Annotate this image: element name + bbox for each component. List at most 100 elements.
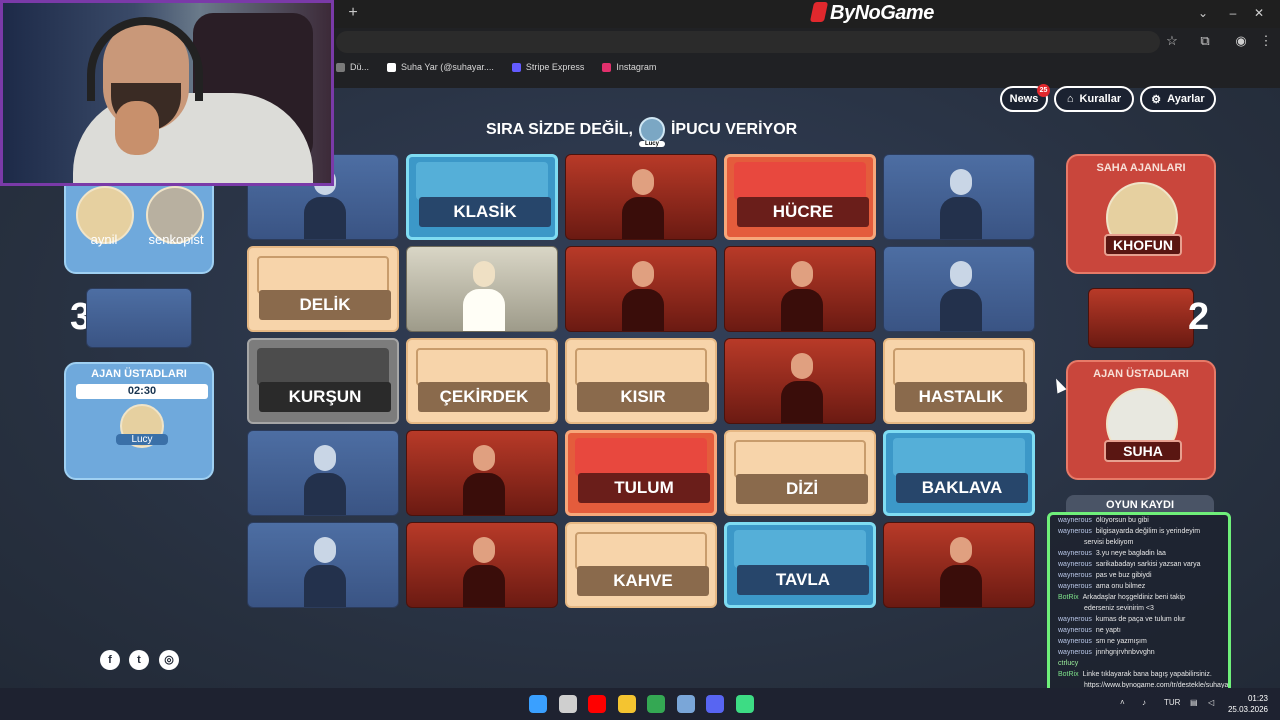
- chat-message: waynerous ölüyorsun bu gibi: [1058, 517, 1149, 524]
- card-word: KISIR: [577, 382, 709, 412]
- turn-status-prefix: SIRA SİZDE DEĞİL,: [486, 121, 633, 138]
- discord-icon[interactable]: [706, 695, 724, 713]
- extensions-icon[interactable]: ⧉: [1196, 33, 1214, 49]
- chat-username[interactable]: BotRix: [1058, 671, 1079, 678]
- word-card[interactable]: DİZİ: [724, 430, 876, 516]
- site-logo[interactable]: ByNoGame: [809, 2, 934, 26]
- agent-head: [473, 261, 495, 287]
- chat-username[interactable]: ctrlucy: [1058, 660, 1078, 667]
- agent-head: [632, 261, 654, 287]
- address-bar[interactable]: [336, 31, 1160, 53]
- word-card[interactable]: TULUM: [565, 430, 717, 516]
- language-indicator[interactable]: TUR: [1164, 698, 1180, 707]
- bookmark-item[interactable]: Suha Yar (@suhayar....: [387, 62, 494, 72]
- facebook-icon[interactable]: f: [100, 650, 120, 670]
- folder-icon[interactable]: [617, 695, 636, 713]
- agent-body: [304, 565, 346, 607]
- word-card[interactable]: HÜCRE: [724, 154, 876, 240]
- new-tab-button[interactable]: +: [344, 4, 362, 22]
- chat-username[interactable]: waynerous: [1058, 616, 1092, 623]
- agent-body: [622, 289, 664, 331]
- chat-username[interactable]: BotRix: [1058, 594, 1079, 601]
- chat-username[interactable]: waynerous: [1058, 627, 1092, 634]
- chat-username[interactable]: waynerous: [1058, 561, 1092, 568]
- operative-name: aynil: [90, 232, 118, 247]
- agent-head: [473, 445, 495, 471]
- word-card[interactable]: ÇEKİRDEK: [406, 338, 558, 424]
- agent-body: [463, 473, 505, 515]
- tab-dropdown-icon[interactable]: ⌄: [1193, 6, 1213, 20]
- clue-giver-name: Lucy: [638, 141, 665, 147]
- bookmark-item[interactable]: Instagram: [602, 62, 656, 72]
- chrome-icon[interactable]: [647, 695, 665, 713]
- chat-message: waynerous ama onu bilmez: [1058, 583, 1145, 590]
- speedometer-icon[interactable]: [558, 695, 577, 713]
- card-image-area: [257, 256, 389, 294]
- agent-body: [940, 289, 982, 331]
- tray-chevron-icon[interactable]: ˄: [1120, 698, 1125, 707]
- browser-menu-icon[interactable]: ⋮: [1257, 33, 1275, 49]
- chat-username[interactable]: waynerous: [1058, 528, 1092, 535]
- word-card[interactable]: KURŞUN: [247, 338, 399, 424]
- chat-username[interactable]: waynerous: [1058, 550, 1092, 557]
- clock-date: 25.03.2026: [1227, 705, 1268, 714]
- bookmark-item[interactable]: Dü...: [336, 62, 369, 72]
- chat-app-icon[interactable]: [735, 695, 754, 713]
- instagram-icon[interactable]: ◎: [159, 650, 179, 670]
- chat-message: waynerous ne yaptı: [1058, 627, 1121, 634]
- windows-start-icon[interactable]: [529, 695, 547, 713]
- chat-text: bilgisayarda değilim is yerindeyim: [1095, 528, 1201, 535]
- webcam-hand: [115, 101, 159, 155]
- revealed-agent-card: [724, 246, 876, 332]
- twitter-icon[interactable]: t: [129, 650, 149, 670]
- agent-portrait: [304, 537, 346, 607]
- agent-portrait: [940, 261, 982, 331]
- bookmark-star-icon[interactable]: ☆: [1163, 33, 1181, 49]
- chat-text: sm ne yazmışım: [1095, 638, 1147, 645]
- chat-username[interactable]: waynerous: [1058, 572, 1092, 579]
- word-card[interactable]: KAHVE: [565, 522, 717, 608]
- youtube-icon[interactable]: [588, 695, 606, 713]
- chat-username[interactable]: waynerous: [1058, 517, 1092, 524]
- settings-button[interactable]: ⚙ Ayarlar: [1140, 86, 1216, 112]
- news-button[interactable]: News 25: [1000, 84, 1050, 112]
- card-image-area: [734, 162, 866, 200]
- revealed-agent-card: [724, 338, 876, 424]
- chat-username[interactable]: waynerous: [1058, 638, 1092, 645]
- microphone-icon[interactable]: ♪: [1142, 698, 1146, 707]
- chat-username[interactable]: waynerous: [1058, 583, 1092, 590]
- settings-app-icon[interactable]: [676, 695, 695, 713]
- word-card[interactable]: BAKLAVA: [883, 430, 1035, 516]
- bookmark-label: Stripe Express: [525, 62, 585, 72]
- profile-icon[interactable]: ◉: [1232, 33, 1250, 49]
- agent-body: [781, 381, 823, 423]
- revealed-agent-card: [883, 246, 1035, 332]
- bookmark-generic-icon: [336, 62, 345, 72]
- chat-username[interactable]: waynerous: [1058, 649, 1092, 656]
- word-card[interactable]: HASTALIK: [883, 338, 1035, 424]
- volume-icon[interactable]: ◁: [1208, 698, 1214, 707]
- bynogame-logo-icon: [809, 2, 829, 22]
- chat-message: ctrlucy: [1058, 660, 1082, 667]
- chat-message: waynerous bilgisayarda değilim is yerinde…: [1058, 528, 1200, 535]
- revealed-agent-card: [883, 522, 1035, 608]
- chat-message: BotRix Linke tıklayarak bana bagış yapabi…: [1058, 671, 1212, 678]
- word-card[interactable]: KLASİK: [406, 154, 558, 240]
- word-card[interactable]: DELİK: [247, 246, 399, 332]
- system-clock[interactable]: 01:23 25.03.2026: [1226, 693, 1268, 715]
- minimize-icon[interactable]: –: [1223, 6, 1243, 20]
- network-icon[interactable]: ▤: [1190, 698, 1198, 707]
- bookmark-item[interactable]: Stripe Express: [511, 62, 585, 72]
- bookmark-label: Suha Yar (@suhayar....: [401, 62, 494, 72]
- revealed-agent-card: [247, 522, 399, 608]
- headphones-icon: [87, 17, 203, 101]
- agent-body: [463, 565, 505, 607]
- word-card[interactable]: TAVLA: [724, 522, 876, 608]
- word-card[interactable]: KISIR: [565, 338, 717, 424]
- settings-label: Ayarlar: [1167, 93, 1205, 105]
- taskbar: [0, 688, 1280, 720]
- rules-button[interactable]: ⌂ Kurallar: [1054, 86, 1134, 112]
- card-image-area: [734, 530, 866, 568]
- chat-text: servisi bekliyom: [1084, 539, 1134, 546]
- close-window-icon[interactable]: ✕: [1249, 6, 1269, 20]
